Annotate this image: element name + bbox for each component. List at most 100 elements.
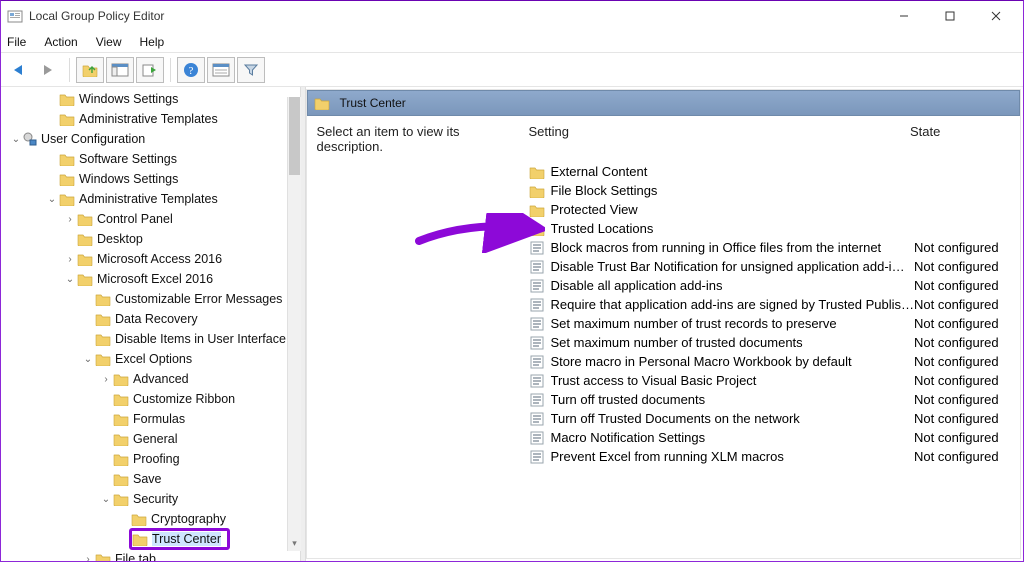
tree-node[interactable]: Windows Settings xyxy=(3,169,300,189)
setting-policy[interactable]: Turn off trusted documentsNot configured xyxy=(519,390,1015,409)
setting-state: Not configured xyxy=(914,449,1014,464)
tree-node[interactable]: Customize Ribbon xyxy=(3,389,300,409)
tree-node[interactable]: ⌄Microsoft Excel 2016 xyxy=(3,269,300,289)
show-hide-tree-button[interactable] xyxy=(106,57,134,83)
pane-description: Select an item to view its description. xyxy=(317,124,529,154)
tree-node[interactable]: › Control Panel xyxy=(3,209,300,229)
policy-icon xyxy=(529,431,545,445)
setting-folder[interactable]: File Block Settings xyxy=(519,181,1015,200)
tree-label: Control Panel xyxy=(97,212,173,226)
policy-icon xyxy=(529,260,545,274)
pane-columns: Select an item to view its description. … xyxy=(307,116,1021,162)
tree-label: Customize Ribbon xyxy=(133,392,235,406)
menu-help[interactable]: Help xyxy=(140,35,165,49)
setting-policy[interactable]: Disable Trust Bar Notification for unsig… xyxy=(519,257,1015,276)
tree-label: Administrative Templates xyxy=(79,112,218,126)
tree-node[interactable]: ›Microsoft Access 2016 xyxy=(3,249,300,269)
tree-node[interactable]: Formulas xyxy=(3,409,300,429)
menu-file[interactable]: File xyxy=(7,35,26,49)
setting-state: Not configured xyxy=(914,430,1014,445)
tree-scrollbar[interactable]: ▾ xyxy=(287,97,301,551)
setting-state: Not configured xyxy=(914,335,1014,350)
expand-icon[interactable]: › xyxy=(99,374,113,385)
collapse-icon[interactable]: ⌄ xyxy=(99,494,113,505)
collapse-icon[interactable]: ⌄ xyxy=(63,274,77,285)
tree-node[interactable]: Data Recovery xyxy=(3,309,300,329)
setting-policy[interactable]: Turn off Trusted Documents on the networ… xyxy=(519,409,1015,428)
folder-icon xyxy=(529,203,545,217)
tree-node[interactable]: Disable Items in User Interface xyxy=(3,329,300,349)
setting-state: Not configured xyxy=(914,316,1014,331)
tree-node[interactable]: Cryptography xyxy=(3,509,300,529)
tree-node[interactable]: Administrative Templates xyxy=(3,109,300,129)
tree-node[interactable]: Proofing xyxy=(3,449,300,469)
tree-node[interactable]: General xyxy=(3,429,300,449)
close-button[interactable] xyxy=(973,2,1019,30)
tree-node[interactable]: Trust Center xyxy=(3,529,300,549)
setting-folder[interactable]: External Content xyxy=(519,162,1015,181)
tree-node[interactable]: ⌄Security xyxy=(3,489,300,509)
setting-policy[interactable]: Block macros from running in Office file… xyxy=(519,238,1015,257)
help-button[interactable]: ? xyxy=(177,57,205,83)
setting-policy[interactable]: Trust access to Visual Basic ProjectNot … xyxy=(519,371,1015,390)
user-config-icon xyxy=(23,132,37,146)
tree-node[interactable]: ›File tab xyxy=(3,549,300,561)
menu-view[interactable]: View xyxy=(96,35,122,49)
tree-node[interactable]: ⌄Excel Options xyxy=(3,349,300,369)
folder-icon xyxy=(113,452,129,466)
collapse-icon[interactable]: ⌄ xyxy=(81,354,95,365)
filter-button[interactable] xyxy=(237,57,265,83)
setting-folder[interactable]: Trusted Locations xyxy=(519,219,1015,238)
expand-icon[interactable]: › xyxy=(63,254,77,265)
tree-node[interactable]: Windows Settings xyxy=(3,89,300,109)
pane-title: Trust Center xyxy=(340,96,406,110)
setting-policy[interactable]: Require that application add-ins are sig… xyxy=(519,295,1015,314)
setting-policy[interactable]: Prevent Excel from running XLM macrosNot… xyxy=(519,447,1015,466)
setting-policy[interactable]: Macro Notification SettingsNot configure… xyxy=(519,428,1015,447)
collapse-icon[interactable]: ⌄ xyxy=(45,194,59,205)
tree-label: Software Settings xyxy=(79,152,177,166)
tree-label: Customizable Error Messages xyxy=(115,292,282,306)
setting-folder[interactable]: Protected View xyxy=(519,200,1015,219)
tree-node[interactable]: ›Advanced xyxy=(3,369,300,389)
tree-node[interactable]: Software Settings xyxy=(3,149,300,169)
collapse-icon[interactable]: ⌄ xyxy=(9,134,23,145)
tree-node[interactable]: ⌄Administrative Templates xyxy=(3,189,300,209)
scrollbar-down[interactable]: ▾ xyxy=(288,535,301,551)
setting-name: Disable all application add-ins xyxy=(551,278,915,293)
setting-state: Not configured xyxy=(914,240,1014,255)
up-button[interactable] xyxy=(76,57,104,83)
scrollbar-thumb[interactable] xyxy=(289,97,300,175)
setting-name: Block macros from running in Office file… xyxy=(551,240,915,255)
back-button[interactable] xyxy=(5,57,33,83)
folder-icon xyxy=(95,312,111,326)
tree-node[interactable]: Desktop xyxy=(3,229,300,249)
column-header-setting[interactable]: Setting xyxy=(529,124,911,154)
tree-node[interactable]: ⌄User Configuration xyxy=(3,129,300,149)
folder-icon xyxy=(529,184,545,198)
forward-button[interactable] xyxy=(35,57,63,83)
folder-icon xyxy=(95,352,111,366)
tree-panel[interactable]: Windows Settings Administrative Templates… xyxy=(1,87,300,561)
setting-state: Not configured xyxy=(914,411,1014,426)
menu-action[interactable]: Action xyxy=(44,35,77,49)
properties-button[interactable] xyxy=(207,57,235,83)
settings-list[interactable]: External ContentFile Block SettingsProte… xyxy=(519,162,1021,558)
expand-icon[interactable]: › xyxy=(81,554,95,562)
titlebar: Local Group Policy Editor xyxy=(1,1,1023,31)
tree-node[interactable]: Customizable Error Messages xyxy=(3,289,300,309)
minimize-button[interactable] xyxy=(881,2,927,30)
setting-policy[interactable]: Store macro in Personal Macro Workbook b… xyxy=(519,352,1015,371)
setting-state: Not configured xyxy=(914,278,1014,293)
expand-icon[interactable]: › xyxy=(63,214,77,225)
setting-policy[interactable]: Disable all application add-insNot confi… xyxy=(519,276,1015,295)
setting-policy[interactable]: Set maximum number of trust records to p… xyxy=(519,314,1015,333)
menubar: File Action View Help xyxy=(1,31,1023,53)
setting-policy[interactable]: Set maximum number of trusted documentsN… xyxy=(519,333,1015,352)
export-button[interactable] xyxy=(136,57,164,83)
column-header-state[interactable]: State xyxy=(910,124,1010,154)
maximize-button[interactable] xyxy=(927,2,973,30)
toolbar: ? xyxy=(1,53,1023,87)
tree-node-selected[interactable]: Trust Center xyxy=(129,528,230,550)
tree-node[interactable]: Save xyxy=(3,469,300,489)
